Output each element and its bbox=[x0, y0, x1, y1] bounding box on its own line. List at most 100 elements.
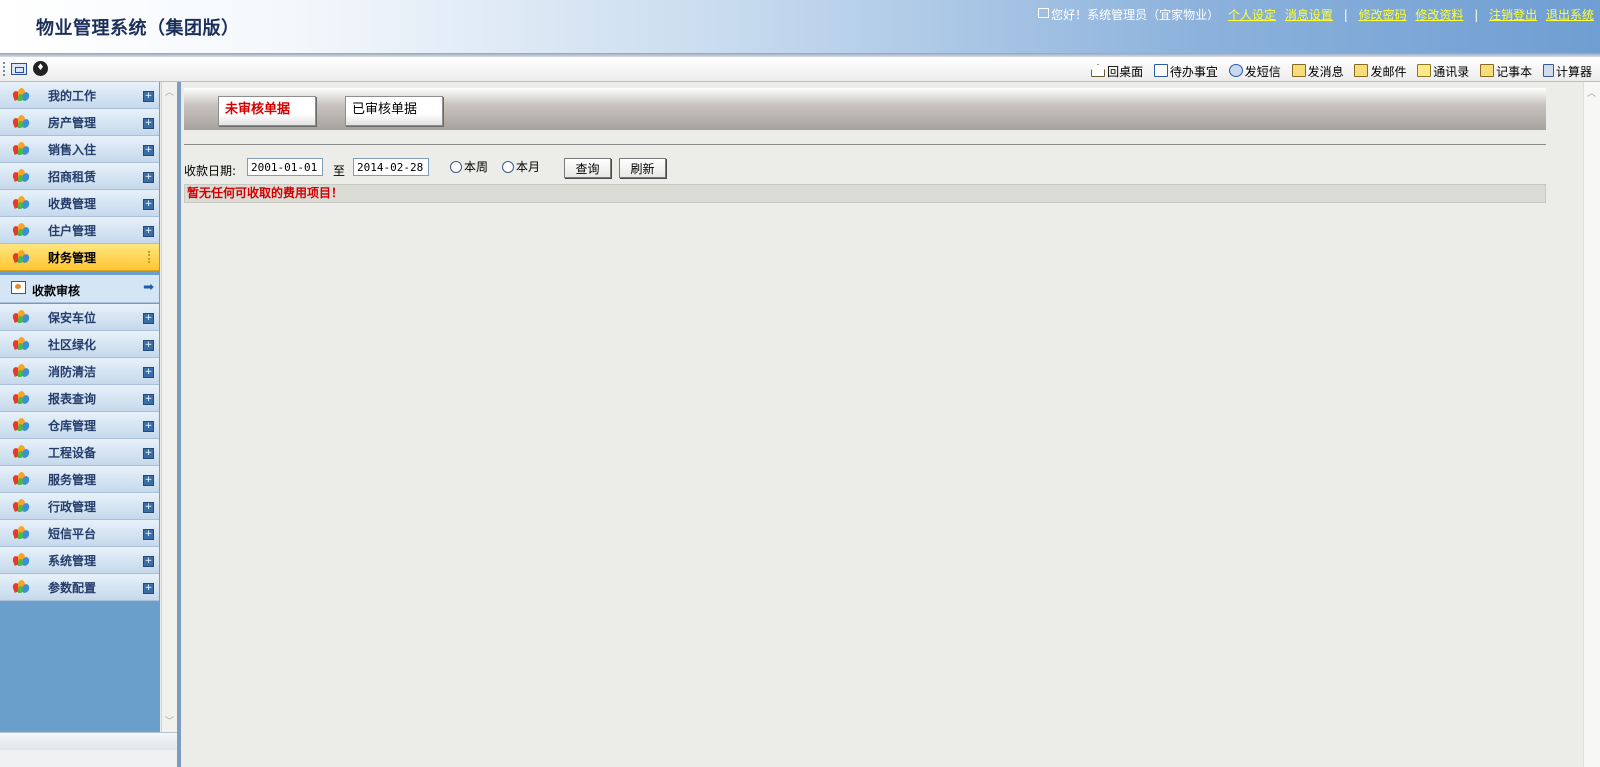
expand-icon[interactable]: + bbox=[143, 367, 154, 378]
sidebar-scrollbar[interactable]: ︿ ﹀ bbox=[161, 82, 178, 750]
home-icon bbox=[1091, 64, 1106, 77]
sidebar-item-equipment[interactable]: 工程设备 + bbox=[0, 439, 159, 466]
leaf-icon bbox=[11, 223, 31, 238]
toolbar-mail-label: 发邮件 bbox=[1370, 65, 1407, 79]
personal-settings-link[interactable]: 个人设定 bbox=[1228, 8, 1276, 22]
scroll-down-icon[interactable]: ﹀ bbox=[164, 714, 175, 727]
sidebar-item-label: 招商租赁 bbox=[48, 170, 97, 184]
window-icon[interactable] bbox=[11, 62, 27, 75]
query-button[interactable]: 查询 bbox=[564, 158, 611, 178]
expand-icon[interactable]: + bbox=[143, 421, 154, 432]
this-month-radio[interactable]: 本月 bbox=[502, 158, 540, 175]
main-scrollbar[interactable]: ︿ bbox=[1583, 82, 1600, 767]
sidebar-subitem-receipt-review[interactable]: 收款审核 ➡ bbox=[0, 275, 159, 303]
leaf-icon bbox=[11, 196, 31, 211]
expand-icon[interactable]: + bbox=[143, 118, 154, 129]
sidebar-item-security[interactable]: 保安车位 + bbox=[0, 304, 159, 331]
change-password-link[interactable]: 修改密码 bbox=[1359, 8, 1407, 22]
date-to-input[interactable] bbox=[353, 158, 429, 176]
review-icon bbox=[11, 281, 26, 294]
toolbar-todo-label: 待办事宜 bbox=[1169, 65, 1218, 79]
tab-unreviewed[interactable]: 未审核单据 bbox=[218, 96, 316, 126]
expand-icon[interactable]: + bbox=[143, 502, 154, 513]
to-label: 至 bbox=[333, 164, 346, 178]
this-month-label: 本月 bbox=[516, 160, 541, 174]
leaf-icon bbox=[11, 391, 31, 406]
separator: | bbox=[1343, 8, 1348, 22]
toolbar-sms[interactable]: 发短信 bbox=[1228, 63, 1281, 80]
expand-icon[interactable]: + bbox=[143, 145, 154, 156]
this-week-radio[interactable]: 本周 bbox=[450, 158, 488, 175]
divider bbox=[184, 144, 1546, 145]
sidebar-item-sales[interactable]: 销售入住 + bbox=[0, 136, 159, 163]
sidebar-item-config[interactable]: 参数配置 + bbox=[0, 574, 159, 601]
sidebar-item-fire-cleaning[interactable]: 消防清洁 + bbox=[0, 358, 159, 385]
logout-link[interactable]: 注销登出 bbox=[1489, 8, 1537, 22]
toolbar-mail[interactable]: 发邮件 bbox=[1354, 63, 1406, 80]
expand-icon[interactable]: + bbox=[143, 91, 154, 102]
receipt-date-label: 收款日期: bbox=[184, 164, 237, 178]
toolbar-home[interactable]: 回桌面 bbox=[1091, 63, 1143, 80]
sidebar-item-sms-platform[interactable]: 短信平台 + bbox=[0, 520, 159, 547]
sidebar-item-label: 系统管理 bbox=[48, 554, 97, 568]
message-settings-link[interactable]: 消息设置 bbox=[1285, 8, 1333, 22]
sidebar-item-label: 销售入住 bbox=[48, 143, 97, 157]
expand-icon[interactable]: + bbox=[143, 340, 154, 351]
toolbar-calculator[interactable]: 计算器 bbox=[1542, 63, 1592, 80]
app-header: 物业管理系统（集团版） 您好！系统管理员（宜家物业） 个人设定 消息设置 | 修… bbox=[0, 0, 1600, 53]
sidebar-item-admin[interactable]: 行政管理 + bbox=[0, 493, 159, 520]
toolbar-home-label: 回桌面 bbox=[1107, 65, 1144, 79]
tab-strip: 未审核单据 已审核单据 bbox=[184, 88, 1546, 130]
sidebar-item-label: 财务管理 bbox=[48, 251, 97, 265]
sidebar-subitem-label: 收款审核 bbox=[32, 284, 81, 298]
edit-profile-link[interactable]: 修改资料 bbox=[1415, 8, 1463, 22]
expand-icon[interactable]: + bbox=[143, 556, 154, 567]
tab-reviewed[interactable]: 已审核单据 bbox=[345, 96, 443, 126]
radio-icon bbox=[502, 161, 514, 173]
expand-icon[interactable]: + bbox=[143, 583, 154, 594]
expand-icon[interactable]: + bbox=[143, 199, 154, 210]
toolbar-todo[interactable]: 待办事宜 bbox=[1153, 63, 1218, 80]
sidebar-item-my-work[interactable]: 我的工作 + bbox=[0, 82, 159, 109]
sidebar-item-label: 报表查询 bbox=[48, 392, 97, 406]
sidebar-item-leasing[interactable]: 招商租赁 + bbox=[0, 163, 159, 190]
leaf-icon bbox=[11, 250, 31, 265]
sidebar-item-service[interactable]: 服务管理 + bbox=[0, 466, 159, 493]
date-from-input[interactable] bbox=[247, 158, 323, 176]
notepad-icon bbox=[1480, 64, 1495, 77]
toolbar-left: ♦ bbox=[3, 61, 48, 76]
scroll-up-icon[interactable]: ︿ bbox=[1587, 86, 1596, 99]
expand-icon[interactable]: + bbox=[143, 475, 154, 486]
sidebar-item-finance[interactable]: 财务管理 bbox=[0, 244, 159, 271]
sidebar-item-warehouse[interactable]: 仓库管理 + bbox=[0, 412, 159, 439]
sidebar-item-billing[interactable]: 收费管理 + bbox=[0, 190, 159, 217]
qq-icon[interactable]: ♦ bbox=[33, 61, 48, 76]
toolbar-calculator-label: 计算器 bbox=[1555, 65, 1592, 79]
toolbar-right: 回桌面 待办事宜 发短信 发消息 发邮件 通讯录 记事本 计算器 bbox=[1084, 63, 1592, 80]
sidebar-item-reports[interactable]: 报表查询 + bbox=[0, 385, 159, 412]
expand-icon[interactable]: + bbox=[143, 529, 154, 540]
sidebar-item-residents[interactable]: 住户管理 + bbox=[0, 217, 159, 244]
sidebar-item-system[interactable]: 系统管理 + bbox=[0, 547, 159, 574]
toolbar-notepad[interactable]: 记事本 bbox=[1480, 63, 1532, 80]
expand-icon[interactable]: + bbox=[143, 313, 154, 324]
leaf-icon bbox=[11, 553, 31, 568]
expand-icon[interactable]: + bbox=[143, 394, 154, 405]
sidebar-item-property[interactable]: 房产管理 + bbox=[0, 109, 159, 136]
toolbar-address-book[interactable]: 通讯录 bbox=[1417, 63, 1469, 80]
sidebar-item-greening[interactable]: 社区绿化 + bbox=[0, 331, 159, 358]
expand-icon[interactable]: + bbox=[143, 172, 154, 183]
expand-icon[interactable]: + bbox=[143, 448, 154, 459]
leaf-icon bbox=[11, 580, 31, 595]
leaf-icon bbox=[11, 499, 31, 514]
leaf-icon bbox=[11, 418, 31, 433]
app-title: 物业管理系统（集团版） bbox=[36, 18, 240, 39]
scroll-up-icon[interactable]: ︿ bbox=[164, 85, 175, 98]
leaf-icon bbox=[11, 88, 31, 103]
message-icon[interactable] bbox=[1038, 8, 1050, 18]
exit-system-link[interactable]: 退出系统 bbox=[1546, 8, 1594, 22]
toolbar-message[interactable]: 发消息 bbox=[1291, 63, 1344, 80]
expand-icon[interactable]: + bbox=[143, 226, 154, 237]
sidebar-item-label: 消防清洁 bbox=[48, 365, 97, 379]
refresh-button[interactable]: 刷新 bbox=[619, 158, 666, 178]
